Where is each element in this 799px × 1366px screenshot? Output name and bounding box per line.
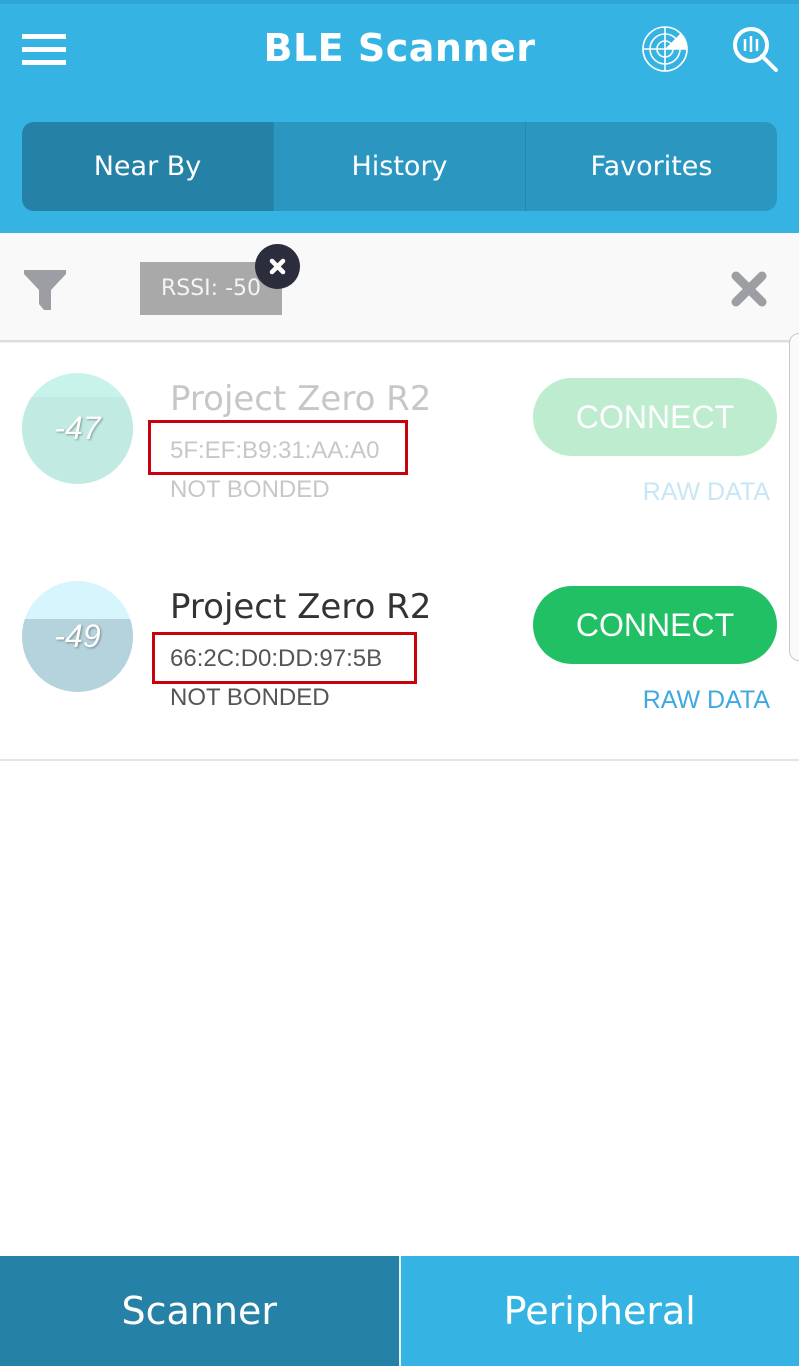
clear-filter-x-icon[interactable] (730, 270, 768, 308)
search-icon[interactable] (731, 25, 779, 73)
tab-bar: Near By History Favorites (22, 122, 777, 211)
radar-icon[interactable] (641, 25, 689, 73)
rssi-signal-circle: -47 (22, 373, 133, 484)
bond-status: NOT BONDED (170, 684, 330, 711)
bottom-navigation: Scanner Peripheral (0, 1256, 799, 1366)
connect-button[interactable]: CONNECT (533, 586, 777, 664)
raw-data-link[interactable]: RAW DATA (643, 478, 770, 507)
raw-data-link[interactable]: RAW DATA (643, 686, 770, 715)
rssi-value: -49 (54, 618, 101, 654)
app-header: BLE Scanner Near By History Favorites (0, 0, 799, 233)
tab-history[interactable]: History (273, 122, 525, 211)
connect-button[interactable]: CONNECT (533, 378, 777, 456)
mac-address: 66:2C:D0:DD:97:5B (170, 645, 383, 672)
device-name: Project Zero R2 (170, 587, 432, 627)
filter-funnel-icon[interactable] (22, 268, 68, 312)
bottom-nav-scanner[interactable]: Scanner (0, 1256, 401, 1366)
rssi-value: -47 (54, 410, 101, 446)
header-top-line (0, 0, 799, 4)
device-name: Project Zero R2 (170, 379, 432, 419)
mac-address: 5F:EF:B9:31:AA:A0 (170, 437, 380, 464)
filter-bar (0, 233, 799, 342)
device-list-item[interactable]: -47 Project Zero R2 5F:EF:B9:31:AA:A0 NO… (0, 343, 799, 553)
remove-filter-close-icon[interactable] (255, 244, 300, 289)
bond-status: NOT BONDED (170, 476, 330, 503)
device-list-item[interactable]: -49 Project Zero R2 66:2C:D0:DD:97:5B NO… (0, 551, 799, 761)
bottom-nav-peripheral[interactable]: Peripheral (400, 1256, 799, 1366)
edge-panel-handle[interactable] (789, 333, 799, 661)
tab-near-by[interactable]: Near By (22, 122, 273, 211)
rssi-signal-circle: -49 (22, 581, 133, 692)
tab-favorites[interactable]: Favorites (525, 122, 777, 211)
